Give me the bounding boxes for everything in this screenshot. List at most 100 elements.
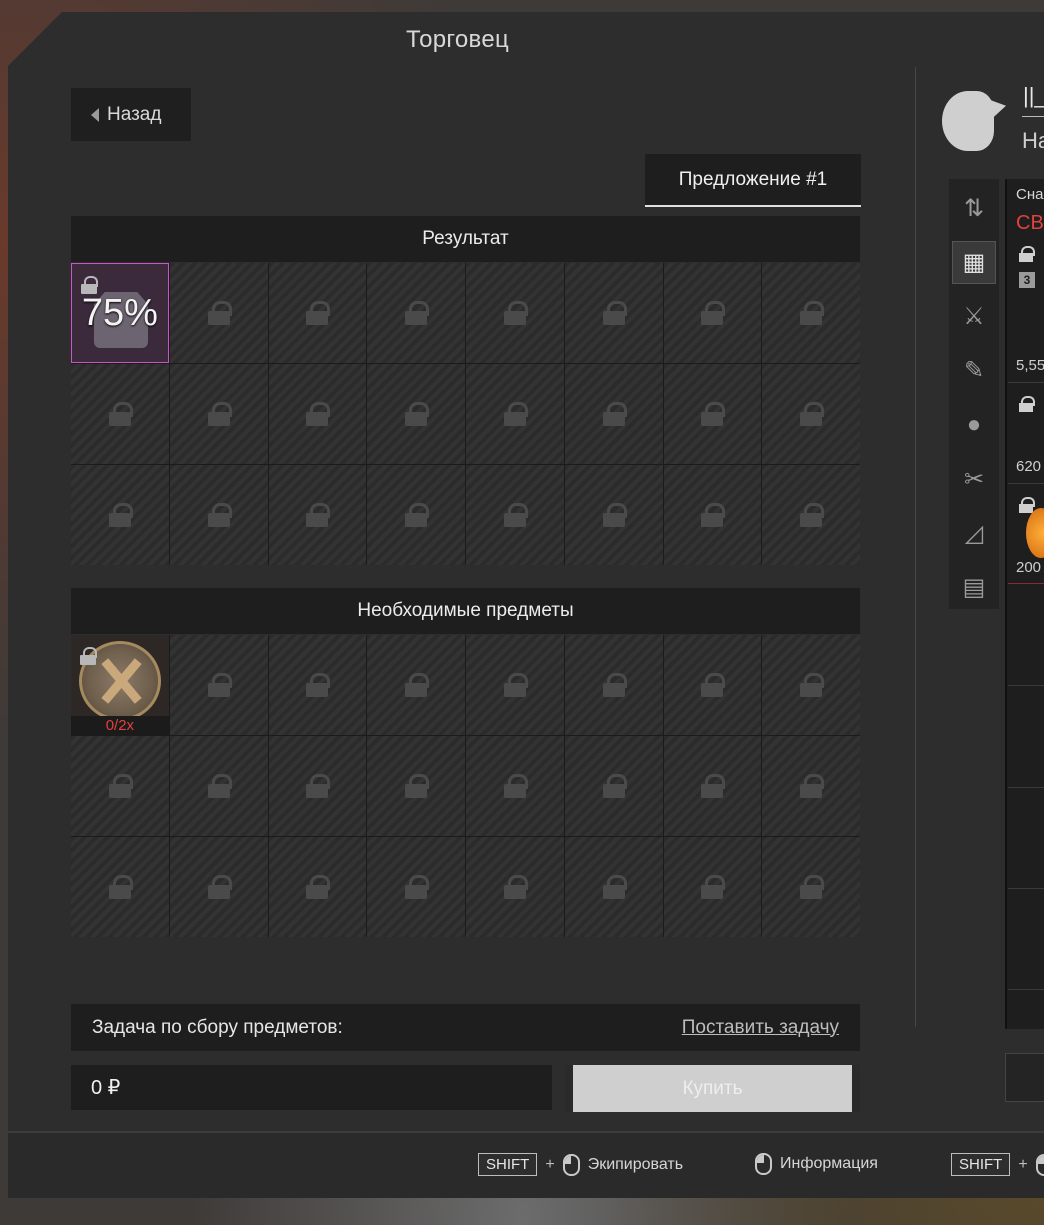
tab-offer-1[interactable]: Предложение #1 [645,154,861,207]
locked-slot[interactable] [663,635,762,735]
locked-slot[interactable] [762,263,860,363]
rifle-icon[interactable]: ⚔ [952,295,996,338]
locked-slot[interactable] [663,263,762,363]
back-button[interactable]: Назад [71,88,191,141]
mouse-left-icon [755,1153,772,1175]
locked-slot[interactable] [367,736,465,836]
locked-slot[interactable] [564,736,663,836]
locked-slot[interactable] [268,736,367,836]
locked-slot[interactable] [268,837,367,937]
lock-icon [306,673,331,697]
locked-slot[interactable] [466,635,564,735]
locked-slot[interactable] [663,837,762,937]
knife-icon[interactable]: ✎ [952,349,996,392]
locked-slot[interactable] [169,837,268,937]
required-item-count: 0/2x [71,716,169,735]
price-display: 0 ₽ [71,1065,552,1110]
locked-slot[interactable] [466,263,564,363]
result-item-slot[interactable]: 75% [71,263,169,363]
locked-slot[interactable] [564,635,663,735]
locked-slot[interactable] [268,635,367,735]
locked-slot[interactable] [268,364,367,464]
back-arrow-icon [91,107,99,122]
inventory-panel [1005,179,1044,1029]
locked-slot[interactable] [71,364,169,464]
player-name-underline [1022,116,1044,117]
locked-slot[interactable] [169,465,268,565]
tools-icon[interactable]: ✂ [952,458,996,501]
locked-slot[interactable] [762,736,860,836]
lock-icon [800,402,825,426]
locked-slot[interactable] [367,837,465,937]
locked-slot[interactable] [564,465,663,565]
inventory-separator [1008,483,1044,484]
locked-slot[interactable] [663,364,762,464]
sort-icon[interactable]: ⇅ [952,187,996,230]
lock-icon [503,503,528,527]
locked-slot[interactable] [71,465,169,565]
box-icon[interactable]: ▤ [952,566,996,609]
locked-slot[interactable] [367,364,465,464]
lock-icon [405,774,430,798]
lock-icon [800,673,825,697]
locked-slot[interactable] [564,364,663,464]
inventory-separator [1008,583,1044,584]
locked-slot[interactable] [268,465,367,565]
locked-slot[interactable] [71,736,169,836]
lock-icon [503,774,528,798]
inventory-separator [1008,989,1044,990]
inventory-action-button[interactable] [1005,1053,1044,1102]
eagle-avatar-icon [942,83,1010,151]
buy-button[interactable]: Купить [565,1065,860,1112]
locked-slot[interactable] [762,837,860,937]
locked-slot[interactable] [466,837,564,937]
required-items-grid: 0/2x [71,635,860,937]
grid-icon[interactable]: ▦ [952,241,996,285]
grenade-icon[interactable]: ● [952,404,996,447]
lock-icon [1019,246,1035,262]
locked-slot[interactable] [169,364,268,464]
locked-slot[interactable] [762,364,860,464]
locked-slot[interactable] [466,364,564,464]
result-section-title: Результат [71,216,860,262]
locked-slot[interactable] [169,736,268,836]
ruler-icon[interactable]: ◿ [952,512,996,555]
locked-slot[interactable] [268,263,367,363]
shift-key: SHIFT [951,1153,1011,1176]
set-task-link[interactable]: Поставить задачу [682,1017,839,1039]
locked-slot[interactable] [762,635,860,735]
lock-icon [800,301,825,325]
back-button-label: Назад [107,103,162,125]
locked-slot[interactable] [367,635,465,735]
lock-icon [701,774,726,798]
lock-icon [701,503,726,527]
locked-slot[interactable] [564,837,663,937]
lock-icon [602,875,627,899]
lock-icon [503,402,528,426]
lock-icon [701,301,726,325]
locked-slot[interactable] [663,736,762,836]
hint-equip: SHIFT + Экипировать [478,1153,683,1176]
collection-task-bar: Задача по сбору предметов: Поставить зад… [71,1004,860,1051]
required-item-slot[interactable]: 0/2x [71,635,169,735]
locked-slot[interactable] [466,465,564,565]
inventory-badge: 3 [1019,272,1035,288]
locked-slot[interactable] [367,263,465,363]
locked-slot[interactable] [466,736,564,836]
lock-icon [207,503,232,527]
locked-slot[interactable] [71,837,169,937]
locked-slot[interactable] [367,465,465,565]
lock-icon [405,301,430,325]
plus-sign: + [545,1155,555,1173]
locked-slot[interactable] [663,465,762,565]
lock-icon [207,875,232,899]
locked-slot[interactable] [169,263,268,363]
locked-slot[interactable] [762,465,860,565]
locked-slot[interactable] [169,635,268,735]
lock-icon [701,402,726,426]
hint-shift: SHIFT + [951,1153,1044,1176]
crossed-tools-icon [101,655,141,705]
lock-icon [306,774,331,798]
lock-icon [701,673,726,697]
locked-slot[interactable] [564,263,663,363]
